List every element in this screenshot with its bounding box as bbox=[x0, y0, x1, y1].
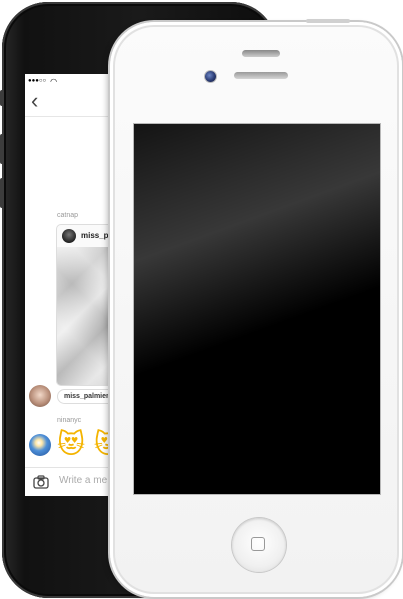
signal-icon: ●●●○○ bbox=[28, 78, 47, 84]
sleep-button bbox=[306, 19, 350, 23]
proximity-sensor-slot bbox=[234, 72, 288, 79]
post-avatar bbox=[62, 229, 76, 243]
mute-switch bbox=[0, 90, 4, 106]
avatar[interactable] bbox=[29, 434, 51, 456]
home-square-icon bbox=[251, 537, 265, 551]
camera-icon[interactable] bbox=[33, 474, 49, 490]
message-input[interactable]: Write a me bbox=[59, 475, 107, 486]
white-iphone bbox=[110, 19, 402, 597]
blank-screen bbox=[134, 124, 380, 494]
wifi-icon: ◠ bbox=[50, 76, 58, 86]
screen-glare bbox=[134, 124, 380, 494]
message-row: miss_palmieri bbox=[29, 384, 118, 408]
sender-name: ninanyc bbox=[57, 417, 82, 424]
front-camera-icon bbox=[205, 71, 216, 82]
message-row: 😻 😻 bbox=[29, 430, 122, 460]
sender-name: catnap bbox=[57, 212, 79, 219]
device-mockup-stage: ●●●○○ ◠ ‹ catnap miss_pa miss_palmieri n… bbox=[0, 0, 403, 599]
back-chevron-icon[interactable]: ‹ bbox=[31, 90, 38, 112]
message-bubble: miss_palmieri bbox=[57, 388, 118, 404]
avatar[interactable] bbox=[29, 385, 51, 407]
volume-up-button bbox=[0, 134, 4, 164]
post-username: miss_pa bbox=[81, 231, 114, 240]
volume-down-button bbox=[0, 178, 4, 208]
earpiece-speaker bbox=[242, 50, 280, 57]
home-button[interactable] bbox=[232, 518, 286, 572]
